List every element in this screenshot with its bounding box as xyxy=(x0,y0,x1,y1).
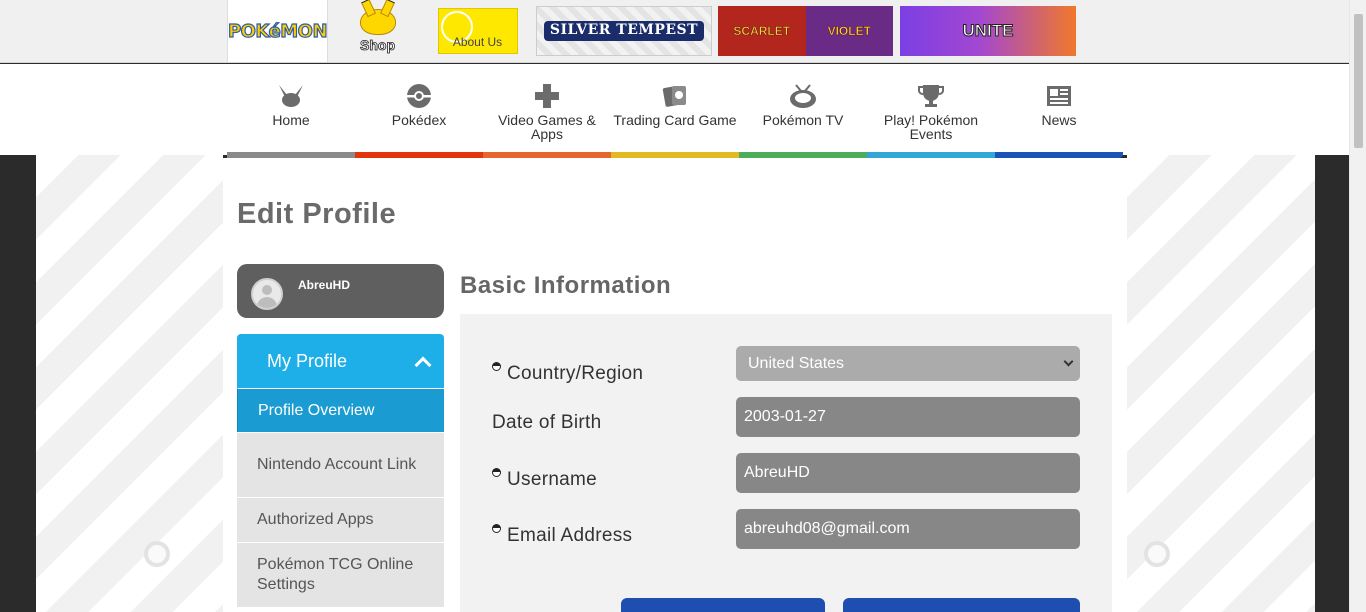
pokemon-unite-banner[interactable]: UNITE xyxy=(900,6,1076,56)
brand-bar: POKéMON Shop About Us SILVER TEMPEST SCA… xyxy=(0,0,1349,63)
nav-label: Pokémon TV xyxy=(762,112,844,128)
scarlet-violet-banner[interactable]: SCARLET VIOLET xyxy=(718,6,893,56)
newspaper-icon xyxy=(1044,82,1074,110)
about-us-tile: About Us xyxy=(437,8,518,54)
nav-pokedex[interactable]: Pokédex xyxy=(355,64,483,155)
email-label: Email Address xyxy=(492,524,632,547)
nav-label: Play! Pokémon Events xyxy=(883,112,979,142)
avatar xyxy=(251,278,283,310)
about-us-label: About Us xyxy=(452,35,503,49)
dob-row: Date of Birth 2003-01-27 xyxy=(492,397,1080,437)
sidebar-item-profile-overview[interactable]: Profile Overview xyxy=(237,388,444,432)
scarlet-logo: SCARLET xyxy=(733,24,791,39)
nav-home[interactable]: Home xyxy=(227,64,355,155)
nav-label: Trading Card Game xyxy=(613,112,737,128)
nav-tcg[interactable]: Trading Card Game xyxy=(611,64,739,155)
shop-label: Shop xyxy=(360,37,396,54)
violet-logo: VIOLET xyxy=(827,24,871,39)
background-pattern-left xyxy=(36,155,223,612)
country-label: Country/Region xyxy=(492,362,643,385)
pikachu-ears-icon xyxy=(276,82,306,110)
required-pokeball-icon xyxy=(492,524,501,533)
username-row: Username AbreuHD xyxy=(492,453,1080,493)
main-content: Edit Profile AbreuHD My Profile Profile … xyxy=(223,158,1127,612)
shop-link[interactable]: Shop xyxy=(329,0,426,62)
silver-tempest-banner[interactable]: SILVER TEMPEST xyxy=(536,6,712,56)
dpad-icon xyxy=(532,82,562,110)
sidebar-item-authorized-apps[interactable]: Authorized Apps xyxy=(237,497,444,542)
country-select[interactable]: United States xyxy=(736,346,1080,381)
chevron-down-icon xyxy=(1063,356,1074,367)
page-title: Edit Profile xyxy=(237,198,397,230)
form-button-right[interactable] xyxy=(843,598,1080,612)
tv-icon xyxy=(788,82,818,110)
nav-news[interactable]: News xyxy=(995,64,1123,155)
country-label-text: Country/Region xyxy=(507,363,644,384)
trophy-icon xyxy=(916,82,946,110)
dob-label: Date of Birth xyxy=(492,412,602,433)
pokeball-icon xyxy=(404,82,434,110)
background-pattern-right xyxy=(1127,155,1315,612)
email-field[interactable]: abreuhd08@gmail.com xyxy=(736,509,1080,549)
my-profile-toggle[interactable]: My Profile xyxy=(237,334,444,388)
silver-tempest-logo: SILVER TEMPEST xyxy=(543,21,705,41)
required-pokeball-icon xyxy=(492,362,501,371)
chevron-up-icon xyxy=(414,356,432,374)
cards-icon xyxy=(660,82,690,110)
required-pokeball-icon xyxy=(492,468,501,477)
about-us-link[interactable]: About Us xyxy=(427,0,528,62)
nav-label: Video Games & Apps xyxy=(498,112,596,142)
nav-label: Home xyxy=(272,112,310,128)
pokeball-decoration-icon xyxy=(144,541,170,567)
username-field[interactable]: AbreuHD xyxy=(736,453,1080,493)
scarlet-logo-tile: SCARLET xyxy=(718,6,806,56)
nav-video-games[interactable]: Video Games & Apps xyxy=(483,64,611,155)
user-card: AbreuHD xyxy=(237,264,444,318)
nav-label: Pokédex xyxy=(391,112,447,128)
sidebar-item-tcg-online-settings[interactable]: Pokémon TCG Online Settings xyxy=(237,542,444,607)
profile-side-menu: My Profile Profile Overview Nintendo Acc… xyxy=(237,334,444,607)
my-profile-heading: My Profile xyxy=(267,350,348,371)
country-value: United States xyxy=(748,354,845,372)
pikachu-icon xyxy=(359,9,396,35)
username-label-text: Username xyxy=(507,469,598,490)
pokemon-logo: POKéMON xyxy=(227,20,328,42)
sidebar-item-nintendo-account-link[interactable]: Nintendo Account Link xyxy=(237,432,444,497)
nav-label: News xyxy=(1041,112,1077,128)
nav-pokemon-tv[interactable]: Pokémon TV xyxy=(739,64,867,155)
violet-logo-tile: VIOLET xyxy=(805,6,893,56)
user-name: AbreuHD xyxy=(298,278,351,292)
page-scrollbar[interactable] xyxy=(1349,0,1366,612)
scrollbar-thumb[interactable] xyxy=(1354,14,1363,148)
username-label: Username xyxy=(492,468,597,491)
main-nav: Home Pokédex Video Games & Apps Trading … xyxy=(0,64,1349,155)
email-label-text: Email Address xyxy=(507,525,633,546)
pokeball-decoration-icon xyxy=(1144,541,1170,567)
form-button-left[interactable] xyxy=(621,598,825,612)
unite-logo: UNITE xyxy=(962,21,1014,41)
dob-field[interactable]: 2003-01-27 xyxy=(736,397,1080,437)
email-row: Email Address abreuhd08@gmail.com xyxy=(492,509,1080,549)
basic-info-form: Country/Region United States Date of Bir… xyxy=(460,314,1112,612)
pokemon-logo-link[interactable]: POKéMON xyxy=(227,0,328,62)
section-title: Basic Information xyxy=(460,272,672,299)
country-row: Country/Region United States xyxy=(492,346,1080,386)
nav-play-pokemon[interactable]: Play! Pokémon Events xyxy=(867,64,995,155)
